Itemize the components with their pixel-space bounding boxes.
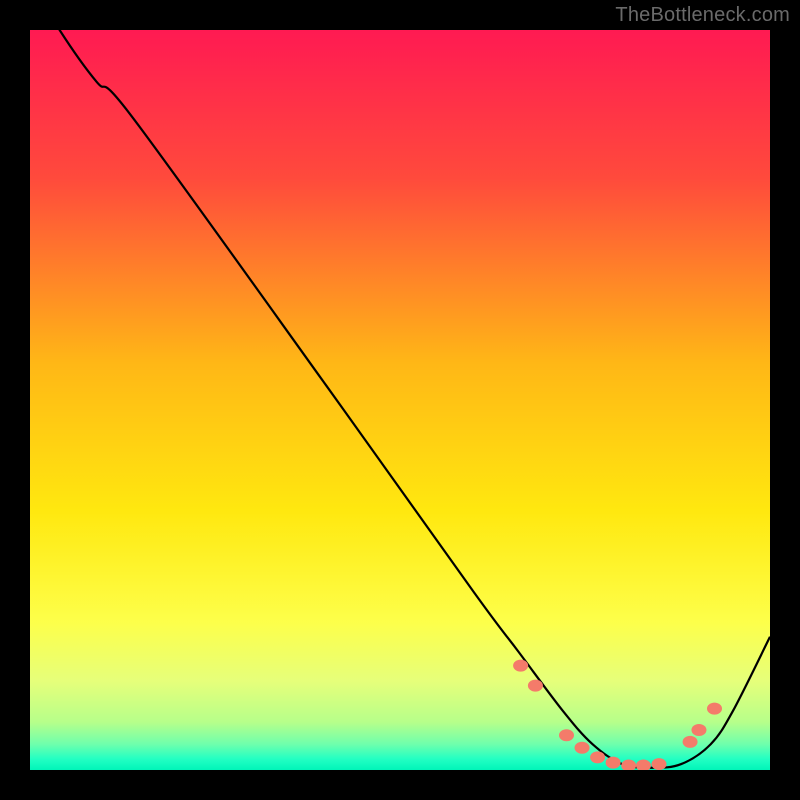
marker-dot xyxy=(559,729,574,741)
marker-dot xyxy=(590,751,605,763)
marker-dot xyxy=(606,757,621,769)
marker-dot xyxy=(513,660,528,672)
marker-dot xyxy=(707,703,722,715)
marker-dot xyxy=(575,742,590,754)
marker-dot xyxy=(691,724,706,736)
attribution-text: TheBottleneck.com xyxy=(615,4,790,27)
bottleneck-chart xyxy=(30,30,770,770)
marker-dot xyxy=(528,680,543,692)
marker-dot xyxy=(652,758,667,770)
gradient-background xyxy=(30,30,770,770)
marker-dot xyxy=(683,736,698,748)
